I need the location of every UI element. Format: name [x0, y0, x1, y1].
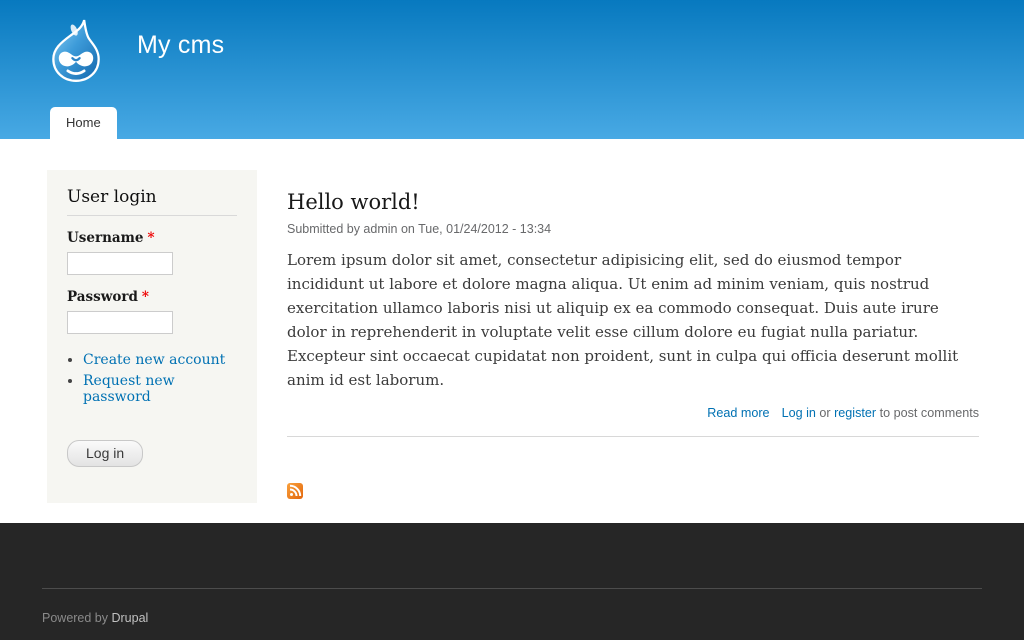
username-label-text: Username	[67, 230, 144, 246]
post-comments-text: to post comments	[876, 406, 979, 420]
article-submitted: Submitted by admin on Tue, 01/24/2012 - …	[287, 222, 979, 236]
username-form-item: Username*	[67, 230, 237, 275]
register-link[interactable]: register	[834, 406, 876, 420]
or-text: or	[816, 406, 834, 420]
sidebar-first: User login Username* Password* Create ne…	[47, 170, 257, 503]
drupal-logo[interactable]	[47, 16, 105, 84]
nav-tab-home[interactable]: Home	[50, 107, 117, 139]
content-divider	[287, 436, 979, 437]
password-label: Password*	[67, 289, 237, 305]
drupal-link[interactable]: Drupal	[111, 611, 148, 625]
log-in-link[interactable]: Log in	[782, 406, 816, 420]
article-links: Read more Log in or register to post comm…	[287, 406, 979, 420]
list-item: Create new account	[83, 352, 237, 368]
article-title: Hello world!	[287, 189, 979, 215]
username-input[interactable]	[67, 252, 173, 275]
comment-links: Log in or register to post comments	[782, 406, 979, 420]
required-marker: *	[142, 289, 149, 305]
site-footer: Powered by Drupal	[0, 523, 1024, 640]
footer-divider: Powered by Drupal	[42, 588, 982, 625]
password-form-item: Password*	[67, 289, 237, 334]
main-content: Hello world! Submitted by admin on Tue, …	[287, 139, 979, 504]
request-password-link[interactable]: Request new password	[83, 373, 175, 405]
main-menu: Home	[50, 107, 117, 139]
article-body: Lorem ipsum dolor sit amet, consectetur …	[287, 248, 979, 392]
login-links-list: Create new account Request new password	[67, 352, 237, 405]
block-title: User login	[67, 187, 237, 216]
password-label-text: Password	[67, 289, 138, 305]
username-label: Username*	[67, 230, 237, 246]
password-input[interactable]	[67, 311, 173, 334]
site-name[interactable]: My cms	[137, 31, 224, 60]
read-more-link[interactable]: Read more	[707, 406, 769, 420]
rss-icon[interactable]	[287, 483, 303, 499]
user-login-block: User login Username* Password* Create ne…	[47, 170, 257, 503]
required-marker: *	[148, 230, 155, 246]
list-item: Request new password	[83, 373, 237, 405]
create-account-link[interactable]: Create new account	[83, 352, 225, 368]
powered-by: Powered by Drupal	[42, 611, 982, 625]
log-in-button[interactable]: Log in	[67, 440, 143, 467]
site-header: My cms Home	[0, 0, 1024, 139]
powered-by-text: Powered by	[42, 611, 111, 625]
drupal-droplet-icon	[47, 16, 105, 84]
